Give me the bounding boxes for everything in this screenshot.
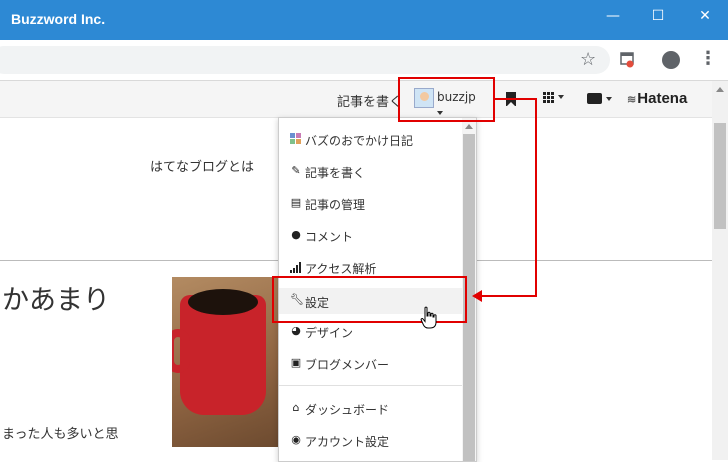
annotation-line: [535, 98, 537, 297]
article-excerpt: まった人も多いと思: [2, 427, 119, 442]
hand-cursor-icon: [420, 306, 437, 329]
annotation-line: [480, 295, 537, 297]
menu-item-manage[interactable]: ▤ 記事の管理: [279, 192, 462, 216]
menu-item-label: アカウント設定: [305, 435, 390, 449]
menu-item-dashboard[interactable]: ⌂ ダッシュボード: [279, 397, 462, 421]
menu-item-write[interactable]: ✎ 記事を書く: [279, 160, 462, 184]
kebab-menu-icon[interactable]: ⋮: [699, 50, 717, 68]
scroll-up-icon[interactable]: [716, 87, 724, 92]
about-blog-link[interactable]: はてなブログとは: [150, 156, 254, 175]
menu-item-blog[interactable]: バズのおでかけ日記: [279, 128, 462, 152]
star-icon[interactable]: ☆: [580, 51, 596, 69]
home-icon: ⌂: [292, 401, 300, 414]
document-icon: ▤: [290, 196, 302, 209]
menu-separator: [279, 385, 462, 386]
menu-item-members[interactable]: ▣ ブログメンバー: [279, 352, 462, 376]
annotation-box-user: [398, 77, 495, 122]
hatena-global-header: 記事を書く buzzjp ≋ Hatena: [0, 81, 712, 118]
signal-icon: [290, 262, 301, 273]
extension-icon[interactable]: [620, 52, 634, 68]
member-icon: ▣: [290, 356, 302, 369]
account-icon: ◉: [291, 433, 301, 446]
scroll-up-icon[interactable]: [465, 124, 473, 129]
menu-item-comment[interactable]: ● コメント: [279, 224, 462, 248]
profile-icon[interactable]: [662, 51, 680, 69]
menu-item-label: コメント: [305, 230, 354, 244]
window-titlebar: Buzzword Inc. — ☐ ✕: [0, 0, 728, 40]
article-headline[interactable]: かあまり: [2, 278, 110, 317]
menu-item-label: デザイン: [305, 326, 354, 340]
menu-item-account[interactable]: ◉ アカウント設定: [279, 429, 462, 453]
article-thumbnail[interactable]: [172, 277, 282, 447]
menu-item-label: アクセス解析: [305, 262, 377, 276]
palette-icon: ◕: [291, 324, 301, 337]
annotation-line: [495, 98, 537, 100]
minimize-button[interactable]: —: [590, 0, 636, 32]
menu-item-label: バズのおでかけ日記: [305, 134, 414, 148]
mug-image: [172, 289, 266, 415]
scrollbar-thumb[interactable]: [714, 123, 726, 229]
menu-item-label: 記事の管理: [305, 198, 366, 212]
window-title: Buzzword Inc.: [11, 11, 106, 27]
chevron-down-icon: [606, 97, 612, 101]
annotation-arrow-icon: [472, 290, 482, 302]
menu-item-label: 記事を書く: [305, 166, 366, 180]
address-bar[interactable]: [0, 46, 610, 74]
menu-item-label: ブログメンバー: [305, 358, 390, 372]
hatena-mark-icon: ≋: [627, 94, 638, 106]
page-scrollbar[interactable]: [712, 81, 728, 460]
close-button[interactable]: ✕: [682, 0, 728, 32]
hatena-logo[interactable]: ≋ Hatena: [627, 90, 687, 107]
write-article-link[interactable]: 記事を書く: [337, 91, 402, 110]
browser-toolbar: ☆ ⋮: [0, 40, 728, 81]
menu-item-label: ダッシュボード: [305, 403, 390, 417]
edit-icon: ✎: [291, 164, 301, 177]
blog-icon: [290, 133, 301, 144]
comment-icon: ●: [291, 228, 301, 241]
notification-icon[interactable]: [587, 93, 602, 104]
maximize-button[interactable]: ☐: [635, 0, 681, 32]
